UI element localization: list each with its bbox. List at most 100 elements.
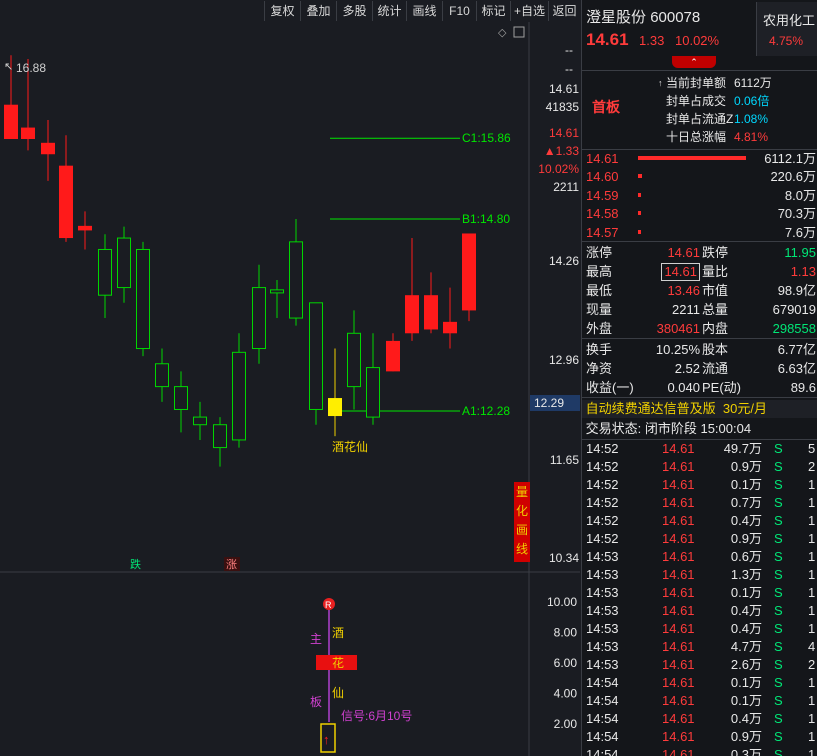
tick-row: 14:52 14.61 0.9万 S 1	[582, 530, 817, 548]
trade-status: 交易状态: 闭市阶段 15:00:04	[582, 420, 817, 438]
quote-label: 净资	[586, 361, 613, 376]
orderbook-row[interactable]: 14.59 8.0万	[582, 187, 817, 205]
toolbar-btn-8[interactable]: 返回	[548, 1, 580, 21]
tick-volume: 0.9万	[730, 531, 762, 546]
orderbook-row[interactable]: 14.57 7.6万	[582, 224, 817, 242]
candle	[424, 272, 438, 334]
quote-label: 最低	[586, 283, 613, 298]
bid-bar	[638, 211, 641, 216]
ind-hua-label: 花	[332, 655, 344, 670]
tick-price: 14.61	[662, 585, 695, 600]
candle-body	[21, 127, 35, 139]
limit-row: 封单占流通Z 1.08%	[582, 110, 817, 128]
candle	[270, 279, 284, 319]
tick-row: 14:54 14.61 0.9万 S 1	[582, 728, 817, 746]
tick-volume: 0.1万	[730, 585, 762, 600]
quote-value: 298558	[772, 321, 816, 336]
tick-price: 14.61	[662, 441, 695, 456]
tick-count: 1	[808, 693, 816, 708]
quote-row: 最高 14.61 量比 1.13	[582, 263, 817, 281]
tick-volume: 0.1万	[730, 693, 762, 708]
diamond-icon[interactable]: ◇	[498, 27, 507, 39]
toolbar-btn-1[interactable]: 叠加	[300, 1, 336, 21]
quote-value: 1.13	[790, 264, 816, 279]
candle-body	[174, 386, 188, 410]
candle	[155, 348, 169, 402]
toolbar-btn-7[interactable]: +自选	[510, 1, 548, 21]
indicator-axis-label: 10.00	[547, 595, 577, 609]
orderbook-row[interactable]: 14.61 6112.1万	[582, 150, 817, 168]
tick-count: 1	[808, 477, 816, 492]
bid-bar	[638, 229, 641, 234]
tick-time: 14:53	[586, 639, 619, 654]
limit-value: 0.06倍	[734, 94, 770, 108]
candle-body	[366, 367, 380, 418]
axis-dash: --	[565, 62, 573, 76]
tick-price: 14.61	[662, 657, 695, 672]
tick-price: 14.61	[662, 513, 695, 528]
tick-side: S	[774, 513, 783, 528]
orderbook-row[interactable]: 14.60 220.6万	[582, 168, 817, 186]
tick-price: 14.61	[662, 675, 695, 690]
tick-side: S	[774, 639, 783, 654]
toolbar-btn-5[interactable]: F10	[442, 1, 476, 21]
collapse-tab[interactable]: ⌃	[672, 56, 716, 68]
quote-label: 市值	[702, 283, 729, 298]
ind-board-label: 板	[310, 695, 322, 709]
bid-price: 14.57	[586, 224, 619, 240]
candle-body	[309, 302, 323, 410]
orderbook-row[interactable]: 14.58 70.3万	[582, 205, 817, 223]
kline-chart[interactable]: ◇C1:15.86B1:14.80A1:12.28↖ 16.88酒花仙量化画线跌涨…	[0, 22, 580, 756]
tick-side: S	[774, 585, 783, 600]
tick-count: 1	[808, 549, 816, 564]
quote-value: 380461	[656, 321, 700, 336]
tick-time: 14:53	[586, 621, 619, 636]
quote-label: 量比	[702, 264, 729, 279]
candle-body	[193, 416, 207, 426]
candle-body	[328, 398, 342, 417]
quote-value: 10.25%	[655, 342, 700, 357]
limit-value: 6112万	[734, 76, 772, 90]
level-label: C1:15.86	[462, 131, 511, 145]
current-price: 14.61	[586, 30, 629, 49]
tick-row: 14:54 14.61 0.1万 S 1	[582, 692, 817, 710]
toolbar-btn-3[interactable]: 统计	[372, 1, 406, 21]
bid-price: 14.61	[586, 151, 619, 166]
stock-name: 澄星股份	[586, 9, 647, 26]
bid-volume: 70.3万	[777, 206, 816, 222]
toolbar-btn-4[interactable]: 画线	[406, 1, 442, 21]
tick-volume: 49.7万	[723, 441, 762, 456]
candle-body	[386, 340, 400, 372]
tick-price: 14.61	[662, 693, 695, 708]
tick-volume: 0.4万	[730, 621, 762, 636]
tick-side: S	[774, 441, 783, 456]
tick-side: S	[774, 477, 783, 492]
tick-time: 14:52	[586, 459, 619, 474]
candle-body	[232, 351, 246, 441]
candle-body	[289, 241, 303, 319]
quote-value: 13.46	[667, 283, 700, 298]
level-label: A1:12.28	[462, 404, 510, 418]
toolbar-btn-0[interactable]: 复权	[264, 1, 300, 21]
tick-count: 5	[808, 441, 816, 456]
tick-count: 1	[808, 747, 816, 756]
chart-toolbar: 复权 叠加 多股 统计 画线 F10 标记 +自选 返回	[0, 0, 580, 22]
axis-label: 14.61	[549, 82, 579, 96]
tick-side: S	[774, 729, 783, 744]
tick-side: S	[774, 549, 783, 564]
quote-row: 收益(一) 0.040 PE(动) 89.6	[582, 379, 817, 397]
indicator-axis-label: 2.00	[554, 717, 578, 731]
toolbar-btn-6[interactable]: 标记	[476, 1, 510, 21]
toolbar-btn-2[interactable]: 多股	[336, 1, 372, 21]
window-icon[interactable]	[513, 26, 525, 38]
quote-label: 总量	[702, 302, 729, 317]
promo-banner[interactable]: 自动续费通达信普及版 30元/月	[582, 400, 817, 418]
fall-marker: 跌	[130, 557, 141, 571]
candle-body	[98, 248, 112, 296]
sector-box[interactable]: 农用化工 4.75%	[756, 2, 817, 56]
candle	[366, 333, 380, 425]
tick-price: 14.61	[662, 603, 695, 618]
candle	[193, 401, 207, 440]
tick-time: 14:52	[586, 495, 619, 510]
candle	[289, 219, 303, 326]
